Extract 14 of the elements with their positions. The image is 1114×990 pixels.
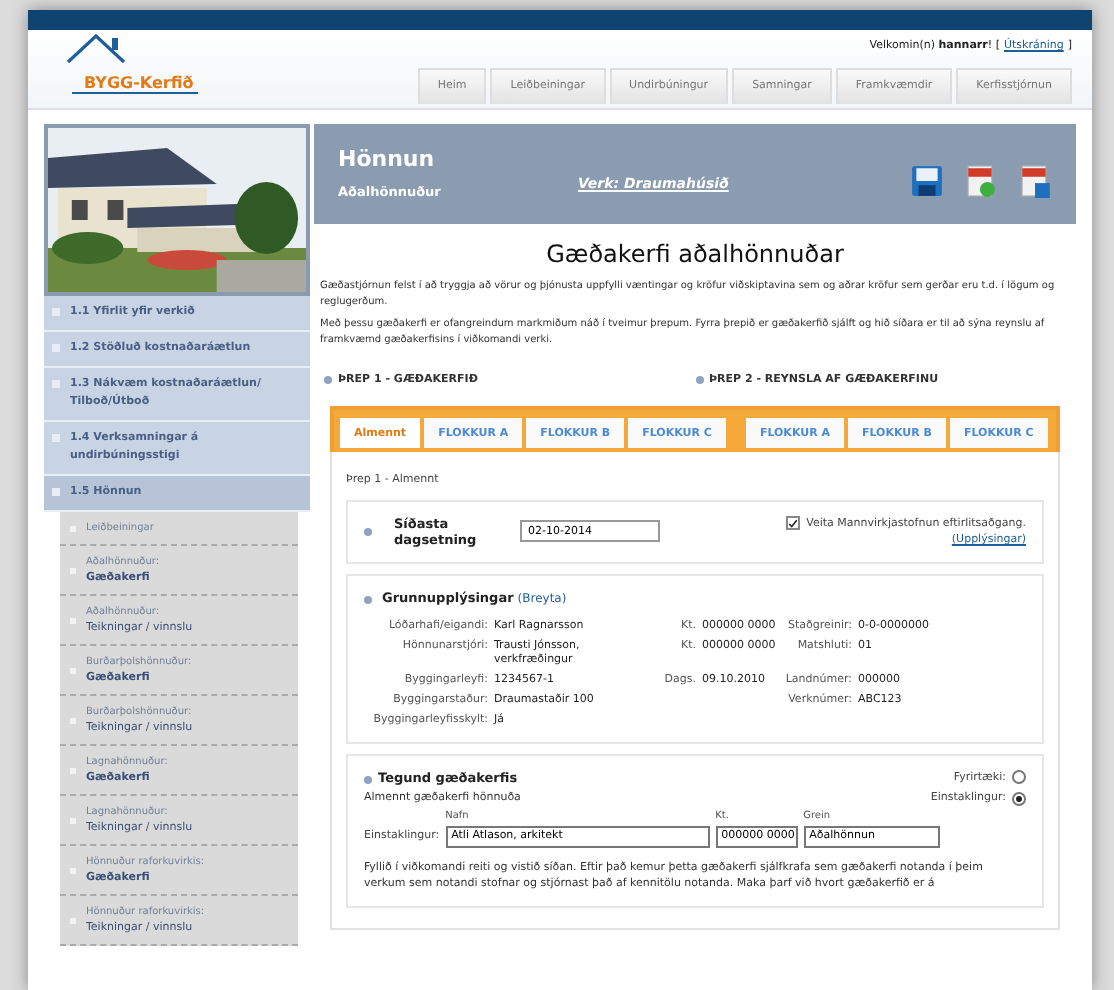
- bullet-icon: [364, 527, 372, 536]
- logo[interactable]: BYGG-Kerfið: [72, 73, 198, 93]
- page-heading: Gæðakerfi aðalhönnuðar: [544, 238, 846, 272]
- page-title: Hönnun: [338, 143, 437, 176]
- pdf-save-icon[interactable]: [1018, 163, 1052, 197]
- pdf-document-icon[interactable]: [964, 163, 998, 197]
- consent-checkbox[interactable]: [786, 516, 801, 531]
- radio-button[interactable]: [1012, 791, 1026, 806]
- save-icon[interactable]: [910, 163, 944, 197]
- bullet-icon: [364, 775, 372, 784]
- bullet-icon: [364, 595, 372, 604]
- radio-button[interactable]: [1012, 770, 1026, 785]
- bullet-icon: [695, 376, 703, 385]
- bullet-icon: [324, 376, 332, 385]
